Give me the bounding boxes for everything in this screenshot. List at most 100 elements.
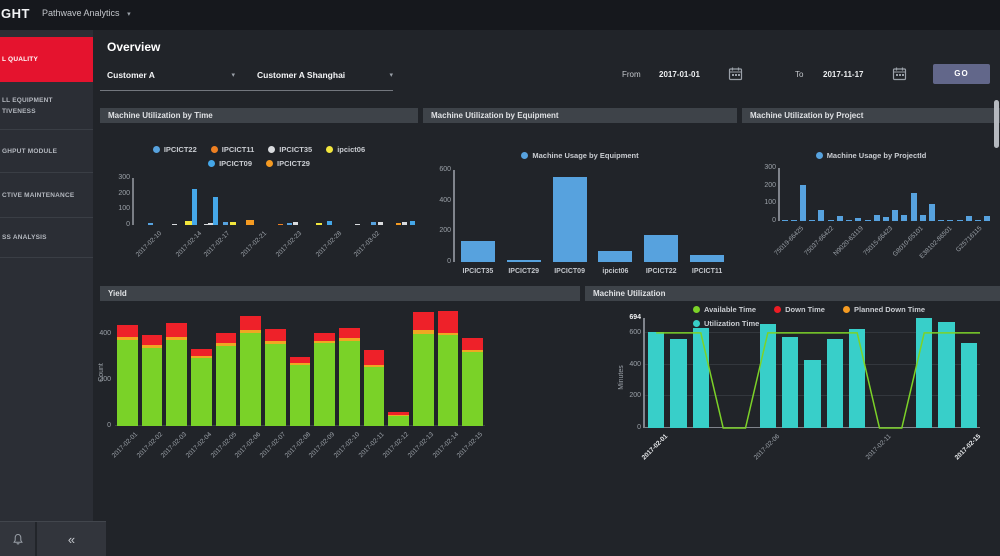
page-title: Overview: [107, 40, 161, 54]
notifications-button[interactable]: [0, 522, 37, 556]
bar: [846, 220, 852, 221]
bar-IPCICT29: [506, 259, 541, 262]
sidebar-nav: L QUALITY LL EQUIPMENT TIVENESS GHPUT MODUL…: [0, 37, 93, 258]
bar-ipcict06: [316, 223, 323, 225]
sidebar-item[interactable]: L QUALITY: [0, 37, 93, 82]
panel-title: Yield: [100, 286, 580, 301]
stacked-bar-red: [215, 332, 237, 344]
x-axis-tick-label: 2017-02-11: [864, 433, 893, 462]
stacked-bar-red: [141, 334, 163, 346]
stacked-bar-red: [462, 337, 483, 350]
x-axis-tick-label: 2017-02-21: [239, 230, 268, 259]
vertical-scrollbar-thumb[interactable]: [994, 100, 999, 148]
stacked-bar-orange: [141, 345, 163, 348]
stacked-bar-green: [191, 357, 212, 426]
x-axis-tick-label: 2017-02-10: [134, 230, 163, 259]
site-dropdown[interactable]: Customer A Shanghai ▾: [257, 66, 393, 84]
go-button[interactable]: GO: [933, 64, 990, 84]
site-dropdown-value: Customer A Shanghai: [257, 70, 346, 80]
bar: [938, 220, 945, 221]
y-axis-line: [778, 168, 780, 221]
bell-icon: [12, 533, 23, 544]
sidebar-item-label: SS ANALYSIS: [2, 234, 47, 241]
stacked-bar-orange: [117, 337, 138, 340]
stacked-bar-red: [117, 324, 138, 338]
legend-dot-icon: [693, 306, 700, 313]
y-axis-line: [453, 170, 455, 262]
stacked-bar-green: [339, 340, 360, 426]
legend-item[interactable]: Machine Usage by Equipment: [521, 151, 639, 160]
legend-item[interactable]: Machine Usage by ProjectId: [815, 151, 926, 160]
legend-item[interactable]: IPCICT22: [152, 145, 197, 154]
y-axis-tick-label: 400: [439, 196, 451, 204]
legend-label: Planned Down Time: [853, 305, 926, 314]
x-axis-tick-label: 2017-02-10: [332, 431, 362, 460]
legend-dot-icon: [152, 146, 160, 153]
sidebar-item[interactable]: LL EQUIPMENT TIVENESS: [0, 82, 93, 130]
sidebar-footer: «: [0, 521, 106, 556]
stacked-bar-green: [413, 333, 434, 426]
chart-legend: Machine Usage by ProjectId: [742, 151, 1000, 160]
by-project-chart: 0 100 200 300 75019-66425 75037-66422 N9020-63…: [764, 164, 992, 260]
from-calendar-button[interactable]: [728, 66, 743, 81]
bar-ipcict06: [598, 250, 633, 262]
bar: [892, 210, 899, 221]
legend-dot-icon: [268, 146, 276, 153]
legend-dot-icon: [842, 306, 850, 313]
bar-IPCICT09: [191, 189, 197, 225]
legend-item[interactable]: IPCICT35: [268, 145, 312, 154]
x-axis-tick-label: 2017-02-06: [752, 433, 781, 462]
legend-item[interactable]: ipcict06: [326, 145, 365, 154]
to-date-field[interactable]: 2017-11-17: [823, 70, 863, 79]
bar: [975, 220, 982, 221]
panel-title: Machine Utilization by Time: [100, 108, 418, 123]
legend-item[interactable]: IPCICT11: [210, 145, 254, 154]
y-axis-tick-label: 300: [764, 164, 776, 171]
x-axis-tick-label: 75019-66425: [773, 225, 806, 258]
legend-label: Down Time: [785, 305, 825, 314]
customer-dropdown[interactable]: Customer A ▾: [107, 66, 235, 84]
panel-machine-utilization-by-project: Machine Utilization by Project Machine U…: [742, 108, 1000, 283]
bar-IPCICT09: [409, 220, 415, 225]
to-calendar-button[interactable]: [892, 66, 907, 81]
legend-item[interactable]: Down Time: [774, 305, 825, 314]
stacked-bar-orange: [289, 363, 311, 365]
chart-legend: IPCICT22 IPCICT11 IPCICT35 ipcict06: [100, 145, 418, 154]
bar: [827, 220, 834, 221]
y-axis-title: Minutes: [617, 365, 625, 390]
legend-item[interactable]: Planned Down Time: [842, 305, 926, 314]
x-axis-tick-label: IPCICT11: [691, 268, 723, 275]
sidebar-item[interactable]: SS ANALYSIS: [0, 218, 93, 258]
bar: [790, 220, 797, 221]
machine-utilization-chart: 0 200 400 600 694 2017-02-01 2017-02-06 2017-02…: [629, 314, 981, 461]
stacked-bar-orange: [166, 337, 187, 340]
bar-IPCICT22: [371, 222, 377, 225]
stacked-bar-orange: [265, 341, 286, 345]
available-time-line: [656, 332, 980, 429]
bar: [855, 217, 862, 221]
panel-title: Machine Utilization by Project: [742, 108, 1000, 123]
from-date-field[interactable]: 2017-01-01: [659, 70, 700, 79]
stacked-bar-orange: [314, 340, 335, 344]
sidebar-item[interactable]: GHPUT MODULE: [0, 130, 93, 173]
bar-IPCICT09: [552, 176, 587, 262]
stacked-bar-green: [215, 345, 237, 426]
bar: [799, 184, 806, 221]
chevron-down-icon: ▾: [389, 72, 393, 79]
x-axis-tick-label: 2017-02-04: [184, 431, 214, 460]
app-switcher[interactable]: Pathwave Analytics ▾: [42, 8, 131, 18]
panel-title: Machine Utilization: [585, 286, 1000, 301]
sidebar-item[interactable]: CTIVE MAINTENANCE: [0, 173, 93, 218]
legend-item[interactable]: IPCICT29: [266, 159, 310, 168]
legend-label: IPCICT29: [277, 159, 310, 168]
y-axis-line: [132, 178, 134, 225]
collapse-sidebar-button[interactable]: «: [37, 522, 106, 556]
bar: [873, 214, 880, 221]
legend-item[interactable]: Available Time: [693, 305, 756, 314]
legend-label: IPCICT22: [163, 145, 197, 154]
by-equipment-chart: 0 200 400 600 IPCICT35 IPCICT29 IPCICT09 ipcict…: [439, 166, 730, 275]
legend-label: Available Time: [704, 305, 757, 314]
sidebar-item-label: LL EQUIPMENT: [2, 96, 53, 104]
legend-item[interactable]: IPCICT09: [208, 159, 252, 168]
bar: [882, 216, 889, 221]
